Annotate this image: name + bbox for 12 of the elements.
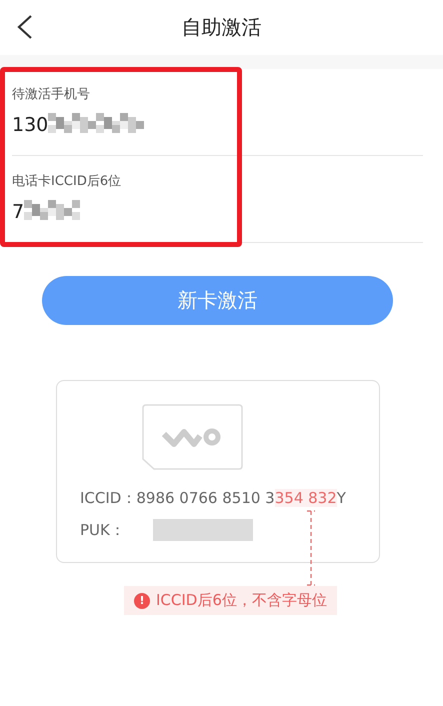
iccid-number: 8986 0766 8510 3354 832Y [136, 489, 346, 507]
sim-card-icon [142, 404, 243, 470]
alert-icon: ! [134, 592, 150, 608]
field-label: 电话卡ICCID后6位 [12, 173, 122, 190]
input-field[interactable]: 130 [12, 113, 423, 137]
iccid-label: ICCID： [80, 488, 136, 508]
input-field[interactable]: 7 [12, 200, 423, 224]
puk-label: PUK： [80, 520, 125, 540]
back-icon[interactable] [16, 14, 34, 40]
hint-text: ICCID后6位，不含字母位 [156, 591, 327, 610]
field-label: 待激活手机号 [12, 86, 91, 103]
page-title: 自助激活 [182, 14, 262, 41]
